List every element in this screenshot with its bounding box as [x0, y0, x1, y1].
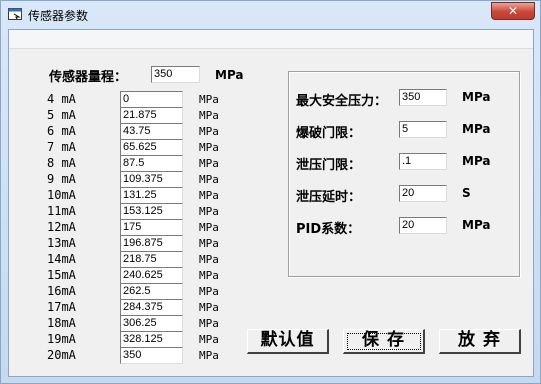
row-current-label: 4 mA — [47, 92, 76, 106]
setting-unit: S — [462, 186, 471, 200]
row-current-label: 15mA — [47, 268, 76, 282]
row-unit: MPa — [199, 301, 219, 314]
row-pressure-input[interactable]: 218.75 — [120, 251, 183, 268]
row-unit: MPa — [199, 173, 219, 186]
close-icon: ✕ — [507, 4, 519, 18]
row-unit: MPa — [199, 157, 219, 170]
setting-unit: MPa — [462, 154, 491, 168]
setting-input[interactable]: .1 — [399, 153, 447, 170]
row-pressure-input[interactable]: 131.25 — [120, 187, 183, 204]
setting-label: 爆破门限： — [296, 126, 362, 141]
setting-unit: MPa — [462, 218, 491, 232]
row-current-label: 5 mA — [47, 108, 76, 122]
row-pressure-input[interactable]: 43.75 — [120, 123, 183, 140]
row-current-label: 17mA — [47, 300, 76, 314]
row-current-label: 8 mA — [47, 156, 76, 170]
setting-input[interactable]: 20 — [399, 185, 447, 202]
default-button[interactable]: 默认值 — [247, 329, 329, 354]
row-current-label: 13mA — [47, 236, 76, 250]
row-pressure-input[interactable]: 153.125 — [120, 203, 183, 220]
row-unit: MPa — [199, 141, 219, 154]
setting-unit: MPa — [462, 122, 491, 136]
row-current-label: 19mA — [47, 332, 76, 346]
row-pressure-input[interactable]: 240.625 — [120, 267, 183, 284]
row-current-label: 16mA — [47, 284, 76, 298]
title-bar[interactable]: 传感器参数 ✕ — [1, 1, 540, 28]
setting-input[interactable]: 5 — [399, 121, 447, 138]
row-pressure-input[interactable]: 21.875 — [120, 107, 183, 124]
client-area: 传感器量程： 350 MPa 4 mA 0 MPa 5 mA 21.875 MPa 6 mA… — [8, 29, 534, 377]
close-button[interactable]: ✕ — [491, 2, 535, 20]
row-unit: MPa — [199, 237, 219, 250]
row-current-label: 12mA — [47, 220, 76, 234]
row-pressure-input[interactable]: 65.625 — [120, 139, 183, 156]
row-current-label: 7 mA — [47, 140, 76, 154]
row-unit: MPa — [199, 221, 219, 234]
row-pressure-input[interactable]: 87.5 — [120, 155, 183, 172]
row-unit: MPa — [199, 269, 219, 282]
row-current-label: 18mA — [47, 316, 76, 330]
row-current-label: 6 mA — [47, 124, 76, 138]
row-unit: MPa — [199, 349, 219, 362]
row-pressure-input[interactable]: 196.875 — [120, 235, 183, 252]
setting-label: 泄压延时： — [296, 190, 362, 205]
row-unit: MPa — [199, 125, 219, 138]
sensor-params-window: 传感器参数 ✕ 传感器量程： 350 MPa 4 mA 0 MPa 5 mA 21.87… — [0, 0, 541, 384]
row-unit: MPa — [199, 317, 219, 330]
row-pressure-input[interactable]: 262.5 — [120, 283, 183, 300]
row-pressure-input[interactable]: 109.375 — [120, 171, 183, 188]
row-pressure-input[interactable]: 328.125 — [120, 331, 183, 348]
discard-button[interactable]: 放 弃 — [439, 329, 521, 354]
row-pressure-input[interactable]: 175 — [120, 219, 183, 236]
row-unit: MPa — [199, 189, 219, 202]
window-title: 传感器参数 — [28, 9, 89, 23]
range-input[interactable]: 350 — [151, 66, 200, 83]
row-current-label: 14mA — [47, 252, 76, 266]
row-pressure-input[interactable]: 0 — [120, 91, 183, 108]
row-current-label: 11mA — [47, 204, 76, 218]
row-unit: MPa — [199, 205, 219, 218]
setting-label: PID系数： — [296, 222, 361, 237]
row-unit: MPa — [199, 109, 219, 122]
setting-input[interactable]: 350 — [399, 89, 447, 106]
row-pressure-input[interactable]: 284.375 — [120, 299, 183, 316]
row-unit: MPa — [199, 253, 219, 266]
save-button[interactable]: 保 存 — [343, 329, 425, 354]
setting-input[interactable]: 20 — [399, 217, 447, 234]
row-current-label: 10mA — [47, 188, 76, 202]
row-current-label: 20mA — [47, 348, 76, 362]
row-unit: MPa — [199, 333, 219, 346]
row-current-label: 9 mA — [47, 172, 76, 186]
row-pressure-input[interactable]: 350 — [120, 347, 183, 364]
setting-label: 最大安全压力： — [296, 94, 388, 109]
range-unit: MPa — [215, 68, 244, 82]
row-pressure-input[interactable]: 306.25 — [120, 315, 183, 332]
window-app-icon — [8, 8, 22, 20]
row-unit: MPa — [199, 93, 219, 106]
menu-bar — [9, 30, 533, 49]
setting-unit: MPa — [462, 90, 491, 104]
range-label: 传感器量程： — [49, 70, 128, 85]
row-unit: MPa — [199, 285, 219, 298]
setting-label: 泄压门限： — [296, 158, 362, 173]
